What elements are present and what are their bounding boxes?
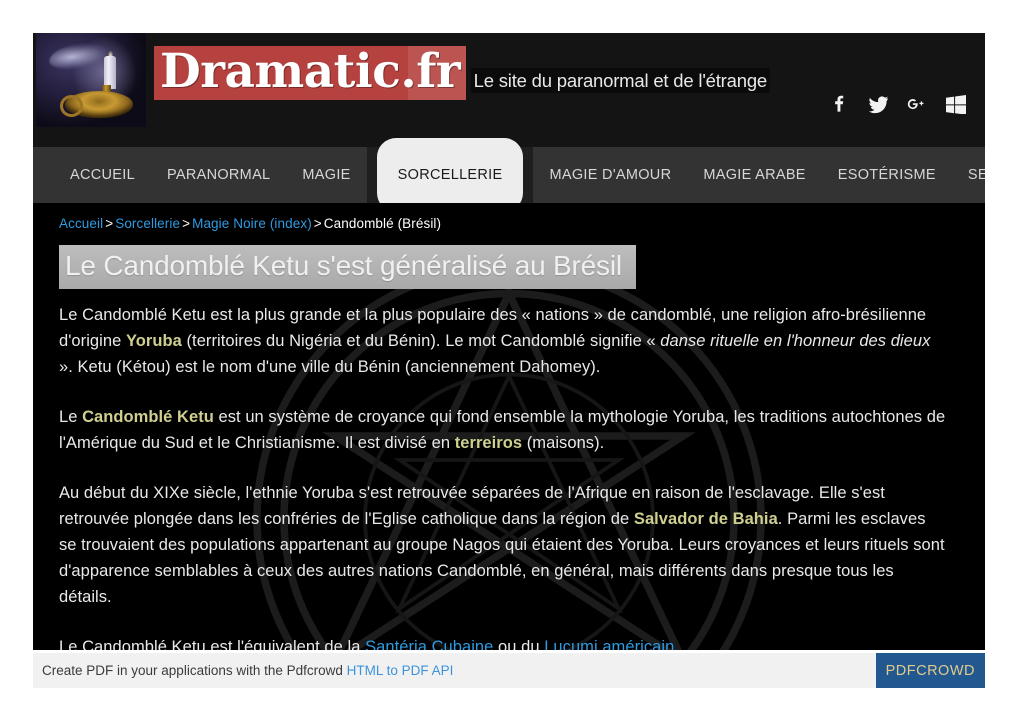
breadcrumb-item-accueil[interactable]: Accueil [59, 216, 103, 231]
nav-item-sorcellerie[interactable]: SORCELLERIE [366, 138, 534, 212]
article-paragraph-1: Le Candomblé Ketu est la plus grande et … [59, 302, 947, 380]
page-title: Le Candomblé Ketu s'est généralisé au Br… [65, 250, 622, 281]
main-navigation: ACCUEIL PARANORMAL MAGIE SORCELLERIE MAG… [33, 138, 985, 212]
nav-item-paranormal[interactable]: PARANORMAL [151, 147, 286, 203]
facebook-icon[interactable] [828, 93, 850, 115]
windows-icon[interactable] [945, 93, 967, 115]
breadcrumb-item-sorcellerie[interactable]: Sorcellerie [115, 216, 180, 231]
link-lucumi-americain[interactable]: Lucumi américain [544, 638, 674, 650]
site-header: Dramatic.fr Le site du paranormal et de … [33, 33, 985, 147]
p1-highlight-yoruba: Yoruba [125, 332, 182, 350]
link-santeria-cubaine[interactable]: Santéria Cubaine [365, 638, 493, 650]
pdfcrowd-message: Create PDF in your applications with the… [33, 663, 453, 678]
page-title-bar: Le Candomblé Ketu s'est généralisé au Br… [59, 245, 636, 289]
p4-text-3: . [674, 638, 679, 650]
brand-block[interactable]: Dramatic.fr Le site du paranormal et de … [36, 33, 770, 127]
breadcrumb-separator-3: > [313, 216, 322, 231]
p2-text-1: Le [59, 408, 83, 426]
brand-text: Dramatic.fr Le site du paranormal et de … [154, 33, 770, 100]
p1-text-2: (territoires du Nigéria et du Bénin). Le… [181, 332, 661, 350]
p4-text-2: ou du [493, 638, 545, 650]
article-paragraph-2: Le Candomblé Ketu est un système de croy… [59, 404, 947, 456]
article-body: Le Candomblé Ketu est la plus grande et … [59, 302, 959, 650]
social-links [828, 93, 967, 115]
nav-item-sorcellerie-label[interactable]: SORCELLERIE [376, 138, 524, 212]
p1-text-3: ». Ketu (Kétou) est le nom d'une ville d… [59, 358, 601, 376]
site-tagline: Le site du paranormal et de l'étrange [470, 68, 770, 93]
p1-italic-definition: danse rituelle en l'honneur des dieux [660, 332, 931, 350]
nav-item-accueil[interactable]: ACCUEIL [54, 147, 151, 203]
candle-photo [36, 33, 146, 127]
nav-item-magie[interactable]: MAGIE [286, 147, 366, 203]
google-plus-icon[interactable] [906, 93, 928, 115]
article-paragraph-3: Au début du XIXe siècle, l'ethnie Yoruba… [59, 480, 947, 610]
twitter-icon[interactable] [867, 93, 889, 115]
nav-item-sectes[interactable]: SECTES [952, 147, 985, 203]
logo-badge: Dramatic.fr [154, 44, 467, 100]
nav-item-esoterisme[interactable]: ESOTÉRISME [822, 147, 952, 203]
p2-highlight-candomble-ketu: Candomblé Ketu [82, 408, 214, 426]
breadcrumb: Accueil > Sorcellerie > Magie Noire (index) >… [59, 215, 959, 233]
pdfcrowd-footer: Create PDF in your applications with the… [33, 653, 985, 688]
site-logo-text: Dramatic.fr [160, 44, 461, 99]
p3-highlight-salvador-de-bahia: Salvador de Bahia [633, 510, 778, 528]
breadcrumb-separator-2: > [182, 216, 191, 231]
p4-text-1: Le Candomblé Ketu est l'équivalent de la [59, 638, 366, 650]
candle-holder-handle [60, 95, 83, 117]
pdfcrowd-badge[interactable]: PDFCROWD [875, 653, 985, 688]
pdfcrowd-api-link[interactable]: HTML to PDF API [347, 663, 454, 678]
page-root: Dramatic.fr Le site du paranormal et de … [0, 0, 1020, 721]
content-inner: Accueil > Sorcellerie > Magie Noire (index) >… [33, 203, 985, 650]
content-area: Accueil > Sorcellerie > Magie Noire (index) >… [33, 203, 985, 650]
article-paragraph-4: Le Candomblé Ketu est l'équivalent de la… [59, 634, 947, 650]
pdfcrowd-message-text: Create PDF in your applications with the… [42, 663, 347, 678]
breadcrumb-item-magie-noire[interactable]: Magie Noire (index) [192, 216, 312, 231]
nav-item-magie-damour[interactable]: MAGIE D'AMOUR [533, 147, 687, 203]
smoke-wisp [47, 40, 108, 73]
p2-highlight-terreiros: terreiros [454, 434, 523, 452]
breadcrumb-item-current: Candomblé (Brésil) [323, 216, 442, 231]
p2-text-3: (maisons). [522, 434, 605, 452]
nav-item-magie-arabe[interactable]: MAGIE ARABE [687, 147, 821, 203]
site-container: Dramatic.fr Le site du paranormal et de … [33, 33, 985, 650]
breadcrumb-separator-1: > [105, 216, 114, 231]
